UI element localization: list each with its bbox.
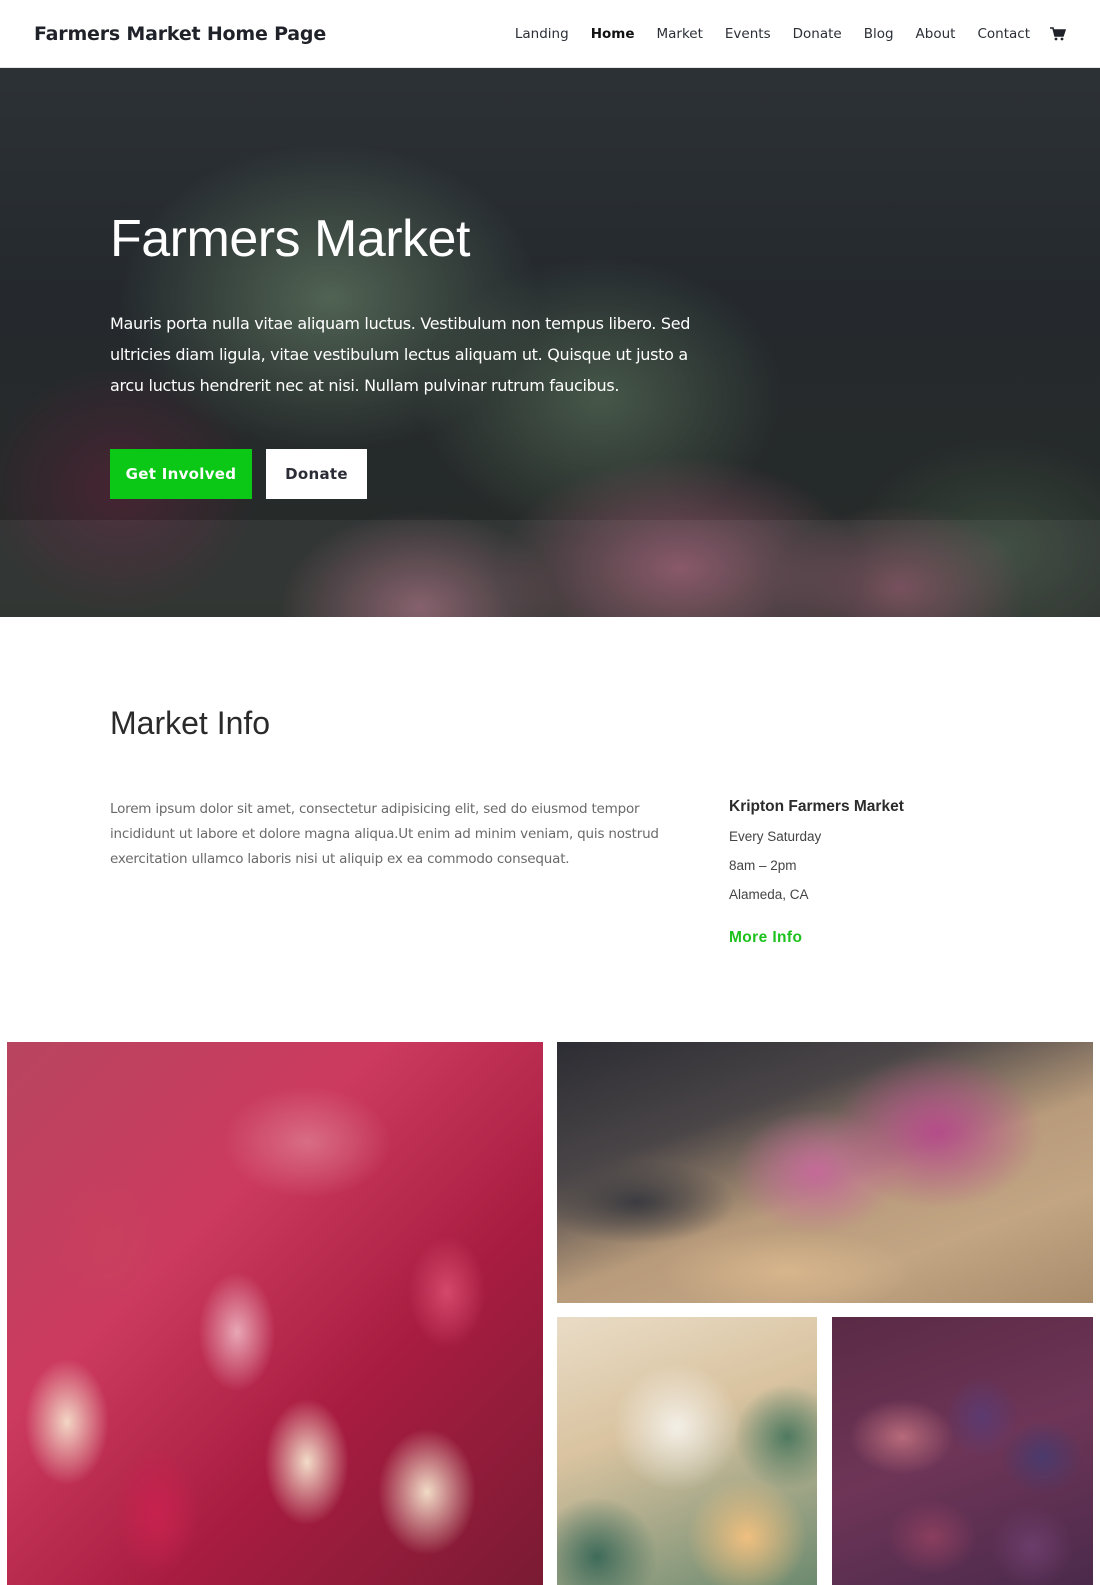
nav-item-about[interactable]: About [916,26,956,42]
nav-item-donate[interactable]: Donate [793,26,842,42]
nav-item-home[interactable]: Home [591,26,635,42]
radishes-in-crate-photo [557,1042,1093,1303]
radishes-close-up-photo [7,1042,543,1585]
market-day: Every Saturday [729,829,822,844]
hero-overlay-strip [0,520,1100,617]
hero-section: Farmers Market Mauris porta nulla vitae … [0,68,1100,617]
photo-gallery [0,1042,1100,1585]
get-involved-button[interactable]: Get Involved [110,449,252,500]
shopping-cart-icon[interactable] [1050,26,1067,41]
market-details-card: Kripton Farmers Market Every Saturday 8a… [729,798,904,947]
site-title[interactable]: Farmers Market Home Page [34,23,326,45]
site-header: Farmers Market Home Page Landing Home Ma… [0,0,1100,68]
melons-photo [557,1317,817,1585]
hero-buttons: Get Involved Donate [110,449,730,500]
nav-item-landing[interactable]: Landing [515,26,569,42]
hero-description: Mauris porta nulla vitae aliquam luctus.… [110,314,691,396]
market-location: Alameda, CA [729,887,809,902]
nav-item-events[interactable]: Events [725,26,771,42]
more-info-link[interactable]: More Info [729,929,802,947]
donate-button[interactable]: Donate [266,449,367,500]
nav-item-market[interactable]: Market [656,26,702,42]
hero-title: Farmers Market [110,210,470,268]
hero-content: Farmers Market Mauris porta nulla vitae … [110,208,730,500]
market-info-title: Market Info [110,705,271,741]
nav-item-contact[interactable]: Contact [977,26,1030,42]
market-info-description: Lorem ipsum dolor sit amet, consectetur … [110,801,659,867]
market-name: Kripton Farmers Market [729,798,904,815]
market-info-section: Market Info Lorem ipsum dolor sit amet, … [0,617,1100,1042]
nav-item-blog[interactable]: Blog [864,26,894,42]
figs-photo [832,1317,1093,1585]
main-nav: Landing Home Market Events Donate Blog A… [493,26,1067,42]
market-hours: 8am – 2pm [729,858,797,873]
